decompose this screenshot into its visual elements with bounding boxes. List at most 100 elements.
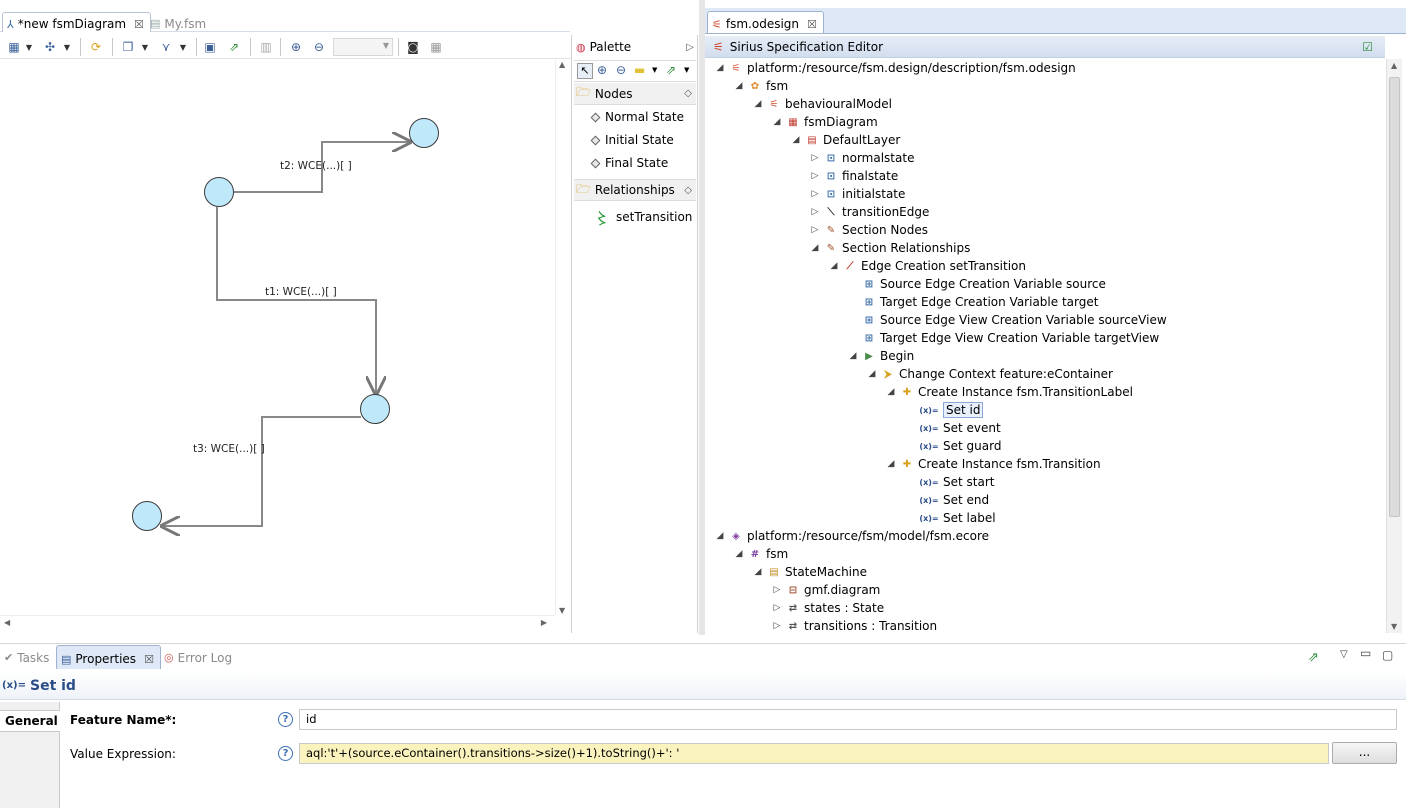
- expanded-twisty-icon[interactable]: ◢: [829, 261, 839, 271]
- refresh-icon[interactable]: ⟳: [88, 39, 104, 55]
- expanded-twisty-icon[interactable]: ◢: [867, 369, 877, 379]
- state-node[interactable]: [204, 177, 234, 207]
- tree-item[interactable]: ◢ ▤ DefaultLayer: [791, 131, 901, 149]
- arrange-icon[interactable]: ✣: [42, 39, 58, 55]
- tree-item[interactable]: ⊞ Source Edge Creation Variable source: [848, 275, 1106, 293]
- expanded-twisty-icon[interactable]: ◢: [734, 81, 744, 91]
- tab-properties[interactable]: ▤ Properties ☒: [56, 645, 161, 669]
- zoom-in-icon[interactable]: ⊕: [597, 63, 607, 77]
- chevron-down-icon[interactable]: ▼: [140, 39, 150, 55]
- collapsed-twisty-icon[interactable]: ▷: [810, 171, 820, 181]
- export-icon[interactable]: ⇗: [226, 39, 242, 55]
- section-tab-general[interactable]: General: [0, 710, 60, 732]
- expanded-twisty-icon[interactable]: ◢: [715, 63, 725, 73]
- tree-item[interactable]: ◢ ⮞ Change Context feature:eContainer: [867, 365, 1113, 383]
- chevron-down-icon[interactable]: ▼: [684, 66, 689, 74]
- scroll-down-icon[interactable]: ▼: [559, 606, 565, 615]
- edge-label-t3[interactable]: t3: WCE(...)[ ]: [193, 443, 265, 455]
- minimize-icon[interactable]: ▭: [1360, 646, 1371, 660]
- diagram-canvas[interactable]: t2: WCE(...)[ ] t1: WCE(...)[ ] t3: WCE(…: [0, 60, 555, 615]
- collapse-icon[interactable]: ◇: [684, 185, 692, 196]
- chevron-down-icon[interactable]: ▼: [62, 39, 72, 55]
- tree-vertical-scrollbar[interactable]: ▲ ▼: [1386, 59, 1402, 633]
- scroll-left-icon[interactable]: ◀: [4, 618, 10, 627]
- chevron-down-icon[interactable]: ▼: [24, 39, 34, 55]
- palette-group-nodes[interactable]: 🗁 Nodes ◇: [574, 83, 696, 105]
- scroll-up-icon[interactable]: ▲: [1391, 61, 1397, 70]
- tab-error-log[interactable]: ◎ Error Log: [160, 646, 238, 666]
- edge-label-t2[interactable]: t2: WCE(...)[ ]: [280, 160, 352, 172]
- collapse-icon[interactable]: ◇: [684, 88, 692, 99]
- tree-item[interactable]: ▷ ✎ Section Nodes: [810, 221, 928, 239]
- palette-item-final-state[interactable]: Final State: [590, 156, 668, 170]
- edge-t3[interactable]: [162, 416, 361, 526]
- tree-item[interactable]: ▷ ⇄ states : State: [772, 599, 885, 617]
- scroll-thumb[interactable]: [1389, 77, 1400, 517]
- tree-item[interactable]: ▷ ⊡ normalstate: [810, 149, 915, 167]
- maximize-icon[interactable]: ▢: [1382, 648, 1393, 662]
- palette-item-normal-state[interactable]: Normal State: [590, 110, 684, 124]
- tree-item[interactable]: (x)= Set label: [905, 509, 995, 527]
- select-all-icon[interactable]: ▦: [6, 39, 22, 55]
- tree-item[interactable]: (x)= Set end: [905, 491, 989, 509]
- vertical-scrollbar[interactable]: ▲ ▼: [555, 60, 569, 615]
- close-icon[interactable]: ☒: [134, 18, 144, 31]
- tree-item[interactable]: ◢ ⚟ behaviouralModel: [753, 95, 892, 113]
- collapsed-twisty-icon[interactable]: ▷: [772, 603, 782, 613]
- collapsed-twisty-icon[interactable]: ▷: [810, 225, 820, 235]
- expanded-twisty-icon[interactable]: ◢: [886, 459, 896, 469]
- export-icon[interactable]: ⇗: [1308, 650, 1319, 665]
- tree-item[interactable]: (x)= Set start: [905, 473, 994, 491]
- view-menu-icon[interactable]: ▽: [1340, 649, 1348, 660]
- tree-item[interactable]: ⊞ Source Edge View Creation Variable sour…: [848, 311, 1167, 329]
- palette-item-initial-state[interactable]: Initial State: [590, 133, 674, 147]
- tree-view[interactable]: ◢ ⚟ platform:/resource/fsm.design/descript…: [705, 59, 1386, 633]
- edge-t1[interactable]: [216, 207, 376, 394]
- layers-icon[interactable]: ❐: [120, 39, 136, 55]
- tree-item[interactable]: ⊞ Target Edge Creation Variable target: [848, 293, 1099, 311]
- palette-item-set-transition[interactable]: 〻 setTransition: [594, 205, 692, 229]
- edge-label-t1[interactable]: t1: WCE(...)[ ]: [265, 286, 337, 298]
- collapsed-twisty-icon[interactable]: ▷: [772, 585, 782, 595]
- tree-item[interactable]: (x)= Set event: [905, 419, 1000, 437]
- filter-icon[interactable]: ⋎: [158, 39, 174, 55]
- tab-new-fsm-diagram[interactable]: ⅄ *new fsmDiagram ☒: [2, 12, 151, 32]
- tab-tasks[interactable]: ✔ Tasks: [0, 646, 55, 666]
- expanded-twisty-icon[interactable]: ◢: [715, 531, 725, 541]
- tree-item[interactable]: ⊞ Target Edge View Creation Variable targ…: [848, 329, 1159, 347]
- tab-fsm-odesign[interactable]: ⚟ fsm.odesign ☒: [707, 11, 824, 33]
- close-icon[interactable]: ☒: [807, 18, 817, 31]
- palette-group-relationships[interactable]: 🗁 Relationships ◇: [574, 179, 696, 201]
- state-node[interactable]: [360, 394, 390, 424]
- camera-icon[interactable]: ◙: [405, 39, 421, 55]
- chevron-right-icon[interactable]: ▷: [686, 42, 694, 53]
- collapsed-twisty-icon[interactable]: ▷: [810, 207, 820, 217]
- validate-icon[interactable]: ☑: [1362, 40, 1373, 54]
- scroll-right-icon[interactable]: ▶: [541, 618, 547, 627]
- value-expression-field[interactable]: aql:'t'+(source.eContainer().transitions…: [299, 743, 1329, 764]
- zoom-in-icon[interactable]: ⊕: [288, 39, 304, 55]
- tree-item[interactable]: ◢ ✿ fsm: [734, 77, 789, 95]
- state-node[interactable]: [132, 501, 162, 531]
- browse-button[interactable]: ...: [1332, 742, 1397, 764]
- tree-item[interactable]: ◢ ✎ Section Relationships: [810, 239, 971, 257]
- collapsed-twisty-icon[interactable]: ▷: [772, 621, 782, 631]
- tree-item[interactable]: ◢ ⚟ platform:/resource/fsm.design/descript…: [715, 59, 1076, 77]
- tree-item[interactable]: (x)= Set id: [905, 401, 984, 419]
- expanded-twisty-icon[interactable]: ◢: [753, 99, 763, 109]
- tree-item[interactable]: ◢ ✚ Create Instance fsm.Transition: [886, 455, 1101, 473]
- tree-item[interactable]: (x)= Set guard: [905, 437, 1001, 455]
- tree-item[interactable]: ◢ ◈ platform:/resource/fsm/model/fsm.ecore: [715, 527, 989, 545]
- tree-item[interactable]: ◢ ▶ Begin: [848, 347, 915, 365]
- tab-my-fsm[interactable]: ▤ My.fsm: [146, 12, 212, 32]
- chevron-down-icon[interactable]: ▼: [178, 39, 188, 55]
- zoom-combo[interactable]: ▼: [333, 38, 393, 56]
- expanded-twisty-icon[interactable]: ◢: [791, 135, 801, 145]
- help-icon[interactable]: ?: [278, 746, 293, 761]
- close-icon[interactable]: ☒: [144, 653, 154, 666]
- state-node[interactable]: [409, 118, 439, 148]
- clipboard-icon[interactable]: ▥: [258, 39, 274, 55]
- tree-item[interactable]: ▷ ⊡ initialstate: [810, 185, 906, 203]
- tree-item[interactable]: ▷ ⊟ gmf.diagram: [772, 581, 881, 599]
- zoom-out-icon[interactable]: ⊖: [311, 39, 327, 55]
